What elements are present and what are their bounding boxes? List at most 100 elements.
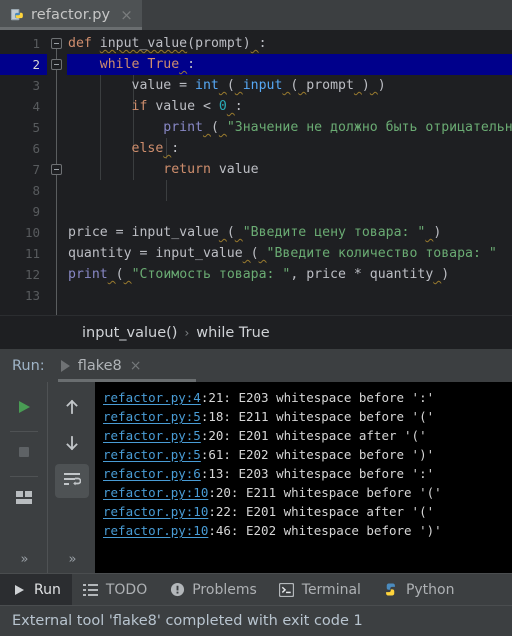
code-text-area[interactable]: def input_value(prompt) : while True : v… xyxy=(67,30,512,315)
rerun-button[interactable] xyxy=(7,392,41,426)
console-file-link[interactable]: refactor.py:5 xyxy=(103,409,201,424)
code-token: input xyxy=(242,78,283,93)
console-file-link[interactable]: refactor.py:4 xyxy=(103,390,201,405)
code-token: ( xyxy=(250,246,259,261)
fold-marker-while[interactable] xyxy=(51,59,62,70)
close-icon[interactable]: × xyxy=(120,7,133,23)
code-line: while True : xyxy=(67,54,512,75)
down-button[interactable] xyxy=(55,428,89,462)
console-file-link[interactable]: refactor.py:10 xyxy=(103,485,208,500)
tool-window-button-label: TODO xyxy=(105,581,148,598)
run-configuration-tab[interactable]: flake8 × xyxy=(60,358,142,374)
code-token: True xyxy=(147,57,180,72)
tool-window-button-todo[interactable]: TODO xyxy=(72,574,158,605)
play-green-icon xyxy=(15,398,33,420)
code-token: ( xyxy=(187,36,196,51)
breadcrumb[interactable]: input_value() › while True xyxy=(82,325,270,341)
run-tool-window-body: » » refactor.py:4:21: E203 whitespace be… xyxy=(0,382,512,573)
console-file-link[interactable]: refactor.py:6 xyxy=(103,466,201,481)
editor-tab-label: refactor.py xyxy=(31,7,111,23)
line-number: 7 xyxy=(32,162,40,177)
line-number: 3 xyxy=(32,78,40,93)
play-triangle-icon xyxy=(11,582,27,598)
close-icon[interactable]: × xyxy=(130,358,142,374)
code-token: ( xyxy=(210,120,219,135)
code-line: quantity = input_value ( "Введите количе… xyxy=(67,243,512,264)
run-console-output[interactable]: refactor.py:4:21: E203 whitespace before… xyxy=(95,382,512,573)
tool-window-button-terminal[interactable]: Terminal xyxy=(268,574,372,605)
console-output-line: refactor.py:4:21: E203 whitespace before… xyxy=(103,388,512,407)
tool-window-button-run[interactable]: Run xyxy=(0,574,72,605)
fold-region-line xyxy=(56,42,57,315)
status-bar: External tool 'flake8' completed with ex… xyxy=(0,605,512,636)
line-number: 1 xyxy=(32,36,40,51)
console-output-line: refactor.py:5:18: E211 whitespace before… xyxy=(103,407,512,426)
stop-square-icon xyxy=(16,444,32,464)
code-token: ) xyxy=(242,36,251,51)
console-file-link[interactable]: refactor.py:5 xyxy=(103,447,201,462)
line-number: 4 xyxy=(32,99,40,114)
code-token: ) xyxy=(433,225,442,240)
code-token: "Введите цену товара: " xyxy=(242,225,426,240)
console-file-link[interactable]: refactor.py:5 xyxy=(103,428,201,443)
console-output-line: refactor.py:10:46: E202 whitespace befor… xyxy=(103,521,512,540)
ide-window: refactor.py × 1 2 3 4 5 6 7 8 9 10 11 12 13 def inpu… xyxy=(0,0,512,636)
play-triangle-icon xyxy=(60,359,70,372)
line-number-gutter: 1 2 3 4 5 6 7 8 9 10 11 12 13 xyxy=(0,30,47,315)
console-file-link[interactable]: refactor.py:10 xyxy=(103,504,208,519)
tool-window-button-python[interactable]: Python xyxy=(372,574,466,605)
breadcrumb-item-1[interactable]: while True xyxy=(196,325,269,341)
code-token: print xyxy=(163,120,203,135)
tool-window-button-label: Run xyxy=(34,581,61,598)
line-number: 9 xyxy=(32,204,40,219)
layout-button[interactable] xyxy=(7,482,41,516)
editor-tab-refactor-py[interactable]: refactor.py × xyxy=(0,0,142,30)
fold-marker-end[interactable] xyxy=(51,164,62,175)
tool-window-bar: Run TODO Problems Terminal Python xyxy=(0,573,512,605)
code-line: def input_value(prompt) : xyxy=(67,33,512,54)
console-message-text: :22: E201 whitespace after '(' xyxy=(208,504,435,519)
code-line: value = int ( input ( prompt ) ) xyxy=(67,75,512,96)
line-number: 11 xyxy=(24,246,40,261)
code-token: value xyxy=(210,162,259,177)
console-message-text: :61: E202 whitespace before ')' xyxy=(200,447,435,462)
line-number: 2 xyxy=(0,54,47,75)
more-right-button[interactable]: » xyxy=(69,552,77,567)
console-output-line: refactor.py:10:20: E211 whitespace befor… xyxy=(103,483,512,502)
fold-marker-def[interactable] xyxy=(51,38,62,49)
code-token: print xyxy=(68,267,108,282)
console-file-link[interactable]: refactor.py:10 xyxy=(103,523,208,538)
more-left-button[interactable]: » xyxy=(21,552,29,567)
code-token: def xyxy=(68,36,92,51)
code-token: , price * quantity xyxy=(290,267,434,282)
code-token: input_value xyxy=(155,246,243,261)
tool-window-button-label: Problems xyxy=(192,581,257,598)
code-token: ( xyxy=(226,225,235,240)
code-editor[interactable]: 1 2 3 4 5 6 7 8 9 10 11 12 13 def input_value(prompt… xyxy=(0,30,512,315)
stop-button[interactable] xyxy=(7,437,41,471)
code-token: input_value xyxy=(99,36,188,51)
problems-warning-icon xyxy=(169,582,185,598)
soft-wrap-button[interactable] xyxy=(54,464,89,498)
code-folding-gutter[interactable] xyxy=(47,30,67,315)
status-message: External tool 'flake8' completed with ex… xyxy=(12,613,363,629)
tool-window-button-problems[interactable]: Problems xyxy=(158,574,268,605)
code-token: : xyxy=(171,141,180,156)
code-token: while xyxy=(99,57,140,72)
run-label: Run: xyxy=(12,357,45,374)
console-message-text: :46: E202 whitespace before ')' xyxy=(208,523,442,538)
tool-window-button-label: Python xyxy=(405,581,455,598)
code-token: "Введите количество товара: " xyxy=(266,246,497,261)
python-console-icon xyxy=(383,582,399,598)
breadcrumb-item-0[interactable]: input_value() xyxy=(82,325,177,341)
up-button[interactable] xyxy=(55,392,89,426)
